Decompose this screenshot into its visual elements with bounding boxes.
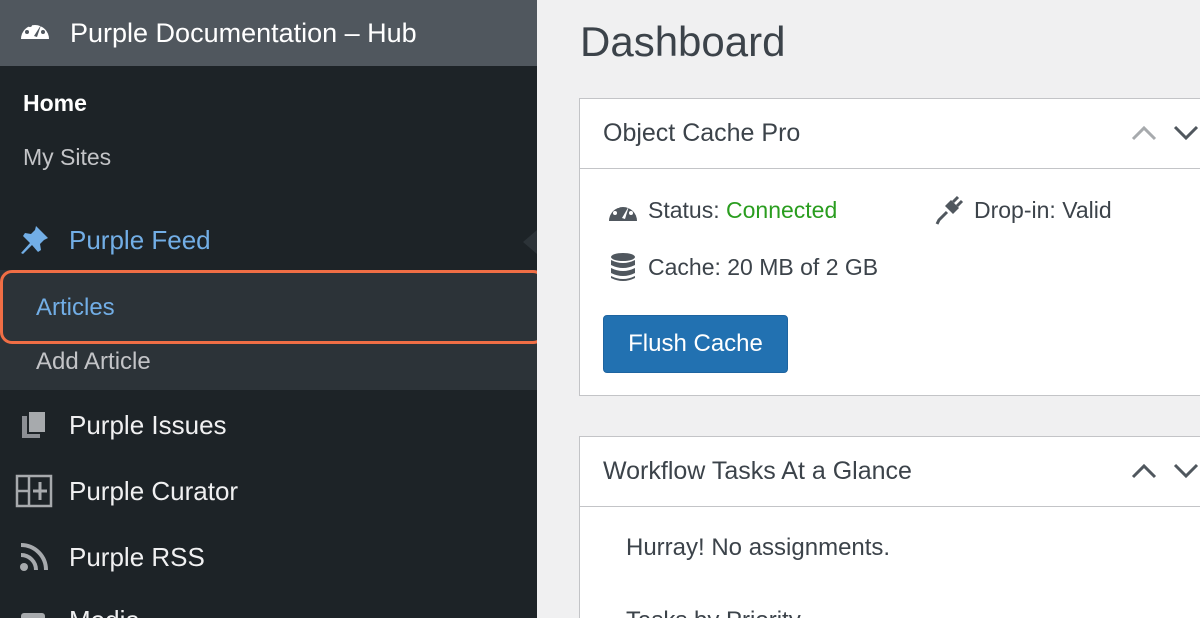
submenu-purple-feed: Articles Add Article — [0, 270, 537, 390]
chevron-up-icon[interactable] — [1130, 123, 1158, 148]
admin-sidebar: Purple Documentation – Hub Home My Sites… — [0, 0, 537, 618]
cache-status-row: Status: Connected — [606, 193, 837, 227]
chevron-up-icon[interactable] — [1130, 461, 1158, 486]
object-cache-widget: Object Cache Pro Status: Connected Drop-… — [579, 98, 1200, 396]
cache-size-row: Cache: 20 MB of 2 GB — [606, 250, 878, 284]
sidebar-item-home[interactable]: Home — [23, 90, 87, 117]
sidebar-item-purple-curator[interactable]: Purple Curator — [0, 467, 537, 515]
no-assignments-message: Hurray! No assignments. — [626, 534, 891, 561]
submenu-item-add-article[interactable]: Add Article — [36, 348, 151, 376]
sidebar-item-purple-issues[interactable]: Purple Issues — [0, 401, 537, 449]
status-value: Connected — [726, 196, 838, 223]
pushpin-icon — [14, 220, 54, 260]
sidebar-item-purple-feed[interactable]: Purple Feed — [0, 216, 537, 264]
cache-size-text: Cache: 20 MB of 2 GB — [648, 253, 879, 280]
dropin-text: Drop-in: Valid — [974, 196, 1112, 223]
widget-title: Object Cache Pro — [603, 119, 801, 147]
submenu-item-articles[interactable]: Articles — [36, 294, 115, 322]
tasks-by-priority-heading: Tasks by Priority — [626, 607, 801, 618]
main-content: Dashboard Object Cache Pro Status: Conne… — [537, 0, 1200, 618]
sidebar-item-label: Purple RSS — [69, 541, 205, 572]
workflow-tasks-widget: Workflow Tasks At a Glance Hurray! No as… — [579, 436, 1200, 618]
chevron-down-icon[interactable] — [1172, 123, 1200, 148]
dashboard-gauge-icon — [18, 14, 52, 53]
media-icon — [14, 600, 54, 618]
grid-plus-icon — [14, 471, 54, 511]
site-switcher-bar[interactable]: Purple Documentation – Hub — [0, 0, 537, 66]
gauge-icon — [606, 193, 640, 227]
sidebar-item-label: Purple Curator — [69, 475, 239, 506]
pages-icon — [14, 405, 54, 445]
plug-icon — [932, 193, 966, 227]
sidebar-item-label: Purple Feed — [69, 224, 211, 255]
database-icon — [606, 250, 640, 284]
widget-header: Object Cache Pro — [580, 99, 1200, 169]
sidebar-item-label: Media — [69, 605, 140, 618]
chevron-down-icon[interactable] — [1172, 461, 1200, 486]
sidebar-item-purple-rss[interactable]: Purple RSS — [0, 533, 537, 581]
widget-title: Workflow Tasks At a Glance — [603, 457, 912, 485]
sidebar-item-label: Purple Issues — [69, 409, 227, 440]
sidebar-item-my-sites[interactable]: My Sites — [23, 144, 111, 171]
flush-cache-button[interactable]: Flush Cache — [603, 315, 788, 373]
current-menu-arrow — [523, 230, 537, 254]
sidebar-item-media[interactable]: Media — [0, 596, 537, 618]
dropin-status-row: Drop-in: Valid — [932, 193, 1112, 227]
status-label: Status: — [648, 196, 720, 223]
site-title[interactable]: Purple Documentation – Hub — [70, 18, 417, 49]
rss-icon — [14, 537, 54, 577]
widget-header: Workflow Tasks At a Glance — [580, 437, 1200, 507]
page-title: Dashboard — [580, 18, 786, 65]
